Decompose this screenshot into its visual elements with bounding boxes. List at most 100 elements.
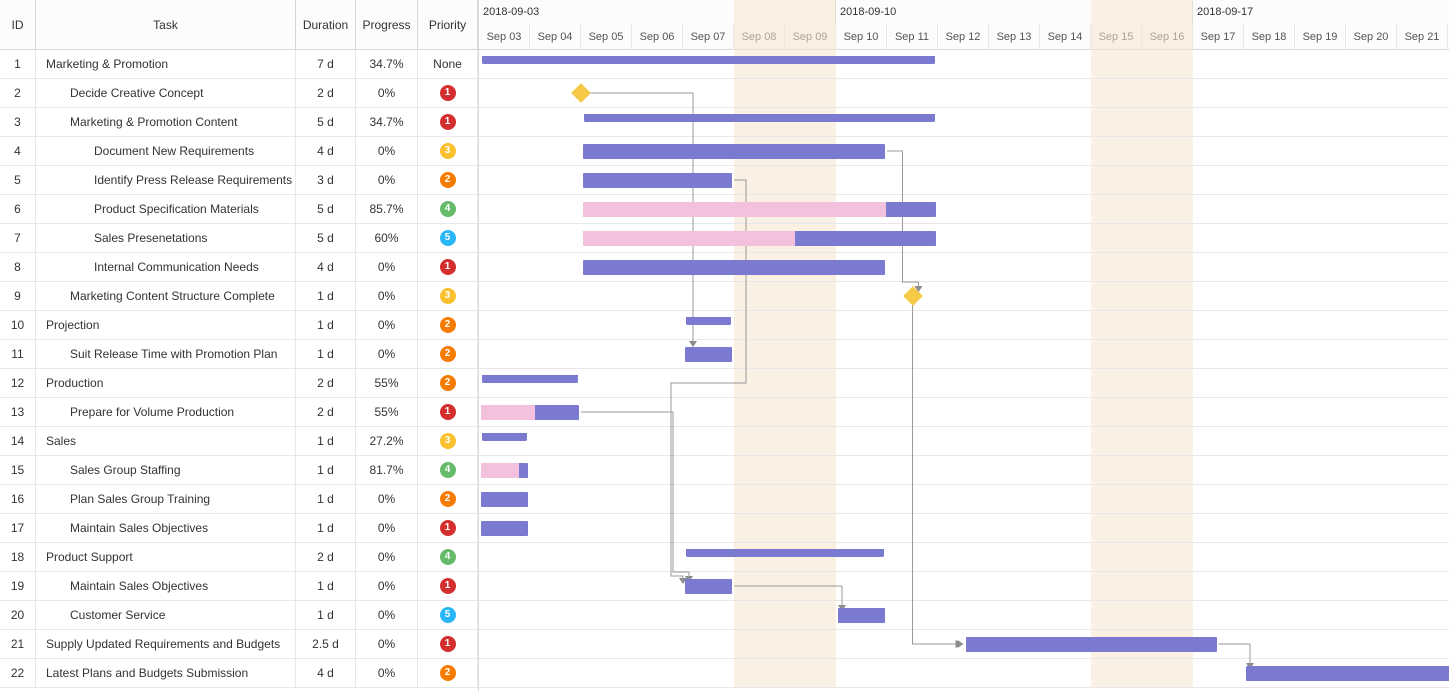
priority-badge: 2: [440, 491, 456, 507]
task-bar[interactable]: [481, 405, 579, 420]
header-task[interactable]: Task: [36, 0, 296, 49]
table-row[interactable]: 3Marketing & Promotion Content5 d34.7%1: [0, 108, 478, 137]
task-bar[interactable]: [481, 521, 528, 536]
cell-priority: 1: [418, 572, 478, 600]
cell-task[interactable]: Customer Service: [36, 601, 296, 629]
table-row[interactable]: 10Projection1 d0%2: [0, 311, 478, 340]
cell-priority: 2: [418, 659, 478, 687]
cell-task[interactable]: Decide Creative Concept: [36, 79, 296, 107]
cell-priority: 1: [418, 79, 478, 107]
cell-priority: 2: [418, 485, 478, 513]
task-bar[interactable]: [583, 173, 732, 188]
cell-task[interactable]: Marketing & Promotion: [36, 50, 296, 78]
cell-priority: 3: [418, 282, 478, 310]
cell-task[interactable]: Identify Press Release Requirements: [36, 166, 296, 194]
task-bar[interactable]: [966, 637, 1217, 652]
cell-duration: 1 d: [296, 572, 356, 600]
progress-fill: [583, 202, 886, 217]
task-bar[interactable]: [838, 608, 885, 623]
table-row[interactable]: 15Sales Group Staffing1 d81.7%4: [0, 456, 478, 485]
day-label: Sep 19: [1295, 24, 1346, 50]
task-bar[interactable]: [583, 144, 885, 159]
cell-id: 12: [0, 369, 36, 397]
cell-progress: 0%: [356, 630, 418, 658]
day-label: Sep 03: [479, 24, 530, 50]
table-row[interactable]: 4Document New Requirements4 d0%3: [0, 137, 478, 166]
table-row[interactable]: 16Plan Sales Group Training1 d0%2: [0, 485, 478, 514]
cell-task[interactable]: Marketing & Promotion Content: [36, 108, 296, 136]
table-row[interactable]: 22Latest Plans and Budgets Submission4 d…: [0, 659, 478, 688]
cell-progress: 0%: [356, 340, 418, 368]
header-id[interactable]: ID: [0, 0, 36, 49]
cell-id: 11: [0, 340, 36, 368]
task-bar[interactable]: [583, 260, 885, 275]
table-row[interactable]: 1Marketing & Promotion7 d34.7%None: [0, 50, 478, 79]
cell-task[interactable]: Maintain Sales Objectives: [36, 572, 296, 600]
cell-progress: 0%: [356, 514, 418, 542]
summary-bar[interactable]: [483, 56, 934, 64]
dependency-line: [581, 412, 689, 580]
cell-priority: None: [418, 50, 478, 78]
summary-bar[interactable]: [483, 375, 577, 383]
table-row[interactable]: 5Identify Press Release Requirements3 d0…: [0, 166, 478, 195]
cell-id: 22: [0, 659, 36, 687]
cell-duration: 4 d: [296, 137, 356, 165]
priority-badge: 4: [440, 549, 456, 565]
summary-bar[interactable]: [687, 317, 730, 325]
table-row[interactable]: 19Maintain Sales Objectives1 d0%1: [0, 572, 478, 601]
summary-bar[interactable]: [585, 114, 934, 122]
cell-duration: 5 d: [296, 195, 356, 223]
cell-priority: 1: [418, 253, 478, 281]
cell-id: 6: [0, 195, 36, 223]
table-row[interactable]: 21Supply Updated Requirements and Budget…: [0, 630, 478, 659]
summary-bar[interactable]: [687, 549, 883, 557]
header-duration[interactable]: Duration: [296, 0, 356, 49]
table-row[interactable]: 17Maintain Sales Objectives1 d0%1: [0, 514, 478, 543]
table-row[interactable]: 8Internal Communication Needs4 d0%1: [0, 253, 478, 282]
task-bar[interactable]: [481, 492, 528, 507]
table-row[interactable]: 12Production2 d55%2: [0, 369, 478, 398]
task-bar[interactable]: [685, 347, 732, 362]
cell-task[interactable]: Maintain Sales Objectives: [36, 514, 296, 542]
cell-progress: 0%: [356, 485, 418, 513]
week-row: 2018-09-032018-09-102018-09-17: [479, 0, 1449, 24]
table-row[interactable]: 18Product Support2 d0%4: [0, 543, 478, 572]
cell-task[interactable]: Supply Updated Requirements and Budgets: [36, 630, 296, 658]
cell-task[interactable]: Sales Group Staffing: [36, 456, 296, 484]
cell-priority: 1: [418, 108, 478, 136]
task-bar[interactable]: [481, 463, 528, 478]
cell-task[interactable]: Document New Requirements: [36, 137, 296, 165]
table-row[interactable]: 14Sales1 d27.2%3: [0, 427, 478, 456]
header-progress[interactable]: Progress: [356, 0, 418, 49]
cell-task[interactable]: Sales: [36, 427, 296, 455]
task-bar[interactable]: [1246, 666, 1449, 681]
table-row[interactable]: 9Marketing Content Structure Complete1 d…: [0, 282, 478, 311]
table-row[interactable]: 7Sales Presenetations5 d60%5: [0, 224, 478, 253]
cell-id: 5: [0, 166, 36, 194]
cell-task[interactable]: Suit Release Time with Promotion Plan: [36, 340, 296, 368]
table-row[interactable]: 13Prepare for Volume Production2 d55%1: [0, 398, 478, 427]
table-row[interactable]: 2Decide Creative Concept2 d0%1: [0, 79, 478, 108]
cell-task[interactable]: Product Support: [36, 543, 296, 571]
table-row[interactable]: 20Customer Service1 d0%5: [0, 601, 478, 630]
task-bar[interactable]: [583, 202, 936, 217]
priority-badge: 5: [440, 607, 456, 623]
cell-task[interactable]: Sales Presenetations: [36, 224, 296, 252]
summary-bar[interactable]: [483, 433, 526, 441]
cell-task[interactable]: Plan Sales Group Training: [36, 485, 296, 513]
cell-progress: 0%: [356, 572, 418, 600]
table-row[interactable]: 6Product Specification Materials5 d85.7%…: [0, 195, 478, 224]
task-bar[interactable]: [685, 579, 732, 594]
cell-task[interactable]: Latest Plans and Budgets Submission: [36, 659, 296, 687]
cell-task[interactable]: Projection: [36, 311, 296, 339]
cell-task[interactable]: Product Specification Materials: [36, 195, 296, 223]
cell-task[interactable]: Prepare for Volume Production: [36, 398, 296, 426]
table-row[interactable]: 11Suit Release Time with Promotion Plan1…: [0, 340, 478, 369]
day-label: Sep 06: [632, 24, 683, 50]
cell-task[interactable]: Marketing Content Structure Complete: [36, 282, 296, 310]
header-priority[interactable]: Priority: [418, 0, 478, 49]
cell-task[interactable]: Internal Communication Needs: [36, 253, 296, 281]
cell-task[interactable]: Production: [36, 369, 296, 397]
cell-id: 4: [0, 137, 36, 165]
task-bar[interactable]: [583, 231, 936, 246]
